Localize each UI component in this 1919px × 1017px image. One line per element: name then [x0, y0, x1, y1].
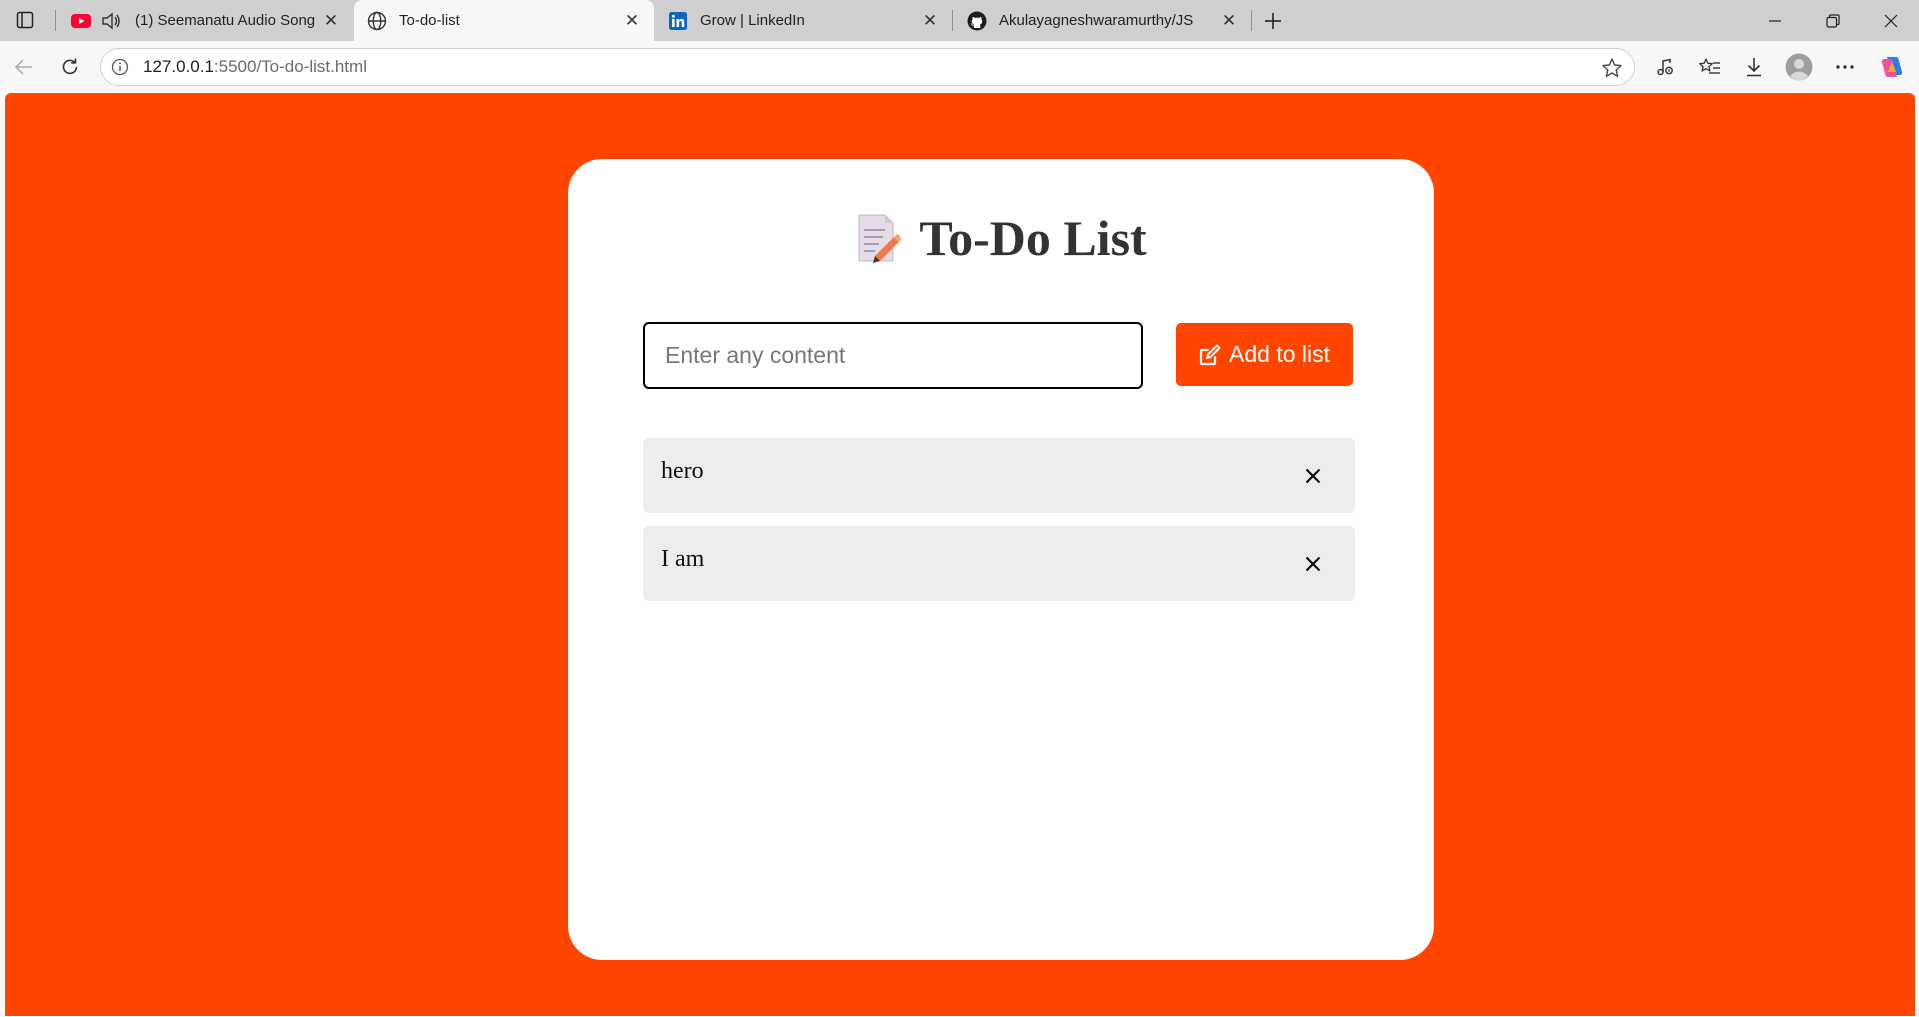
speaker-icon[interactable] [101, 12, 121, 30]
tab-linkedin[interactable]: Grow | LinkedIn ✕ [655, 0, 952, 41]
site-info-icon[interactable] [110, 57, 130, 77]
todo-list: hero I am [643, 438, 1355, 614]
more-options-button[interactable] [1829, 51, 1861, 83]
copilot-button[interactable] [1876, 51, 1908, 83]
back-arrow-icon [14, 59, 32, 75]
refresh-button[interactable] [54, 51, 86, 83]
add-button-label: Add to list [1229, 341, 1330, 367]
tab-title: Grow | LinkedIn [700, 12, 805, 29]
favorites-list-icon [1699, 58, 1720, 74]
tab-to-do-list[interactable]: To-do-list ✕ [354, 0, 654, 41]
refresh-icon [62, 58, 78, 75]
todo-item-text: hero [661, 458, 704, 484]
download-icon [1747, 58, 1761, 77]
new-tab-button[interactable] [1258, 6, 1288, 36]
tab-separator [952, 10, 953, 31]
downloads-button[interactable] [1738, 51, 1770, 83]
title-text: To-Do List [919, 210, 1147, 266]
close-icon [1884, 14, 1898, 27]
close-tab-icon[interactable]: ✕ [916, 7, 944, 35]
tab-actions-icon [16, 11, 34, 29]
favorite-star-icon[interactable] [1600, 56, 1624, 80]
url-text: 127.0.0.1:5500/To-do-list.html [143, 57, 367, 77]
tab-youtube[interactable]: (1) Seemanatu Audio Song | ✕ [58, 0, 353, 41]
restore-button[interactable] [1804, 0, 1862, 41]
tab-separator [1251, 10, 1252, 31]
profile-button[interactable] [1783, 51, 1815, 83]
linkedin-icon [668, 11, 688, 31]
minimize-icon [1769, 19, 1781, 22]
list-item: hero [643, 438, 1355, 513]
close-tab-icon[interactable]: ✕ [1215, 7, 1243, 35]
close-tab-icon[interactable]: ✕ [618, 7, 646, 35]
add-to-list-button[interactable]: Add to list [1176, 323, 1353, 386]
todo-card: To-Do List Add to list hero I am [568, 159, 1434, 960]
close-tab-icon[interactable]: ✕ [317, 7, 345, 35]
remove-item-button[interactable] [1295, 546, 1331, 582]
globe-icon [367, 11, 387, 31]
browser-toolbar: 127.0.0.1:5500/To-do-list.html [0, 41, 1919, 92]
copilot-icon [1881, 57, 1903, 77]
memo-icon [855, 212, 902, 264]
tab-separator [55, 10, 56, 31]
tab-github[interactable]: Akulayagneshwaramurthy/JS ✕ [954, 0, 1251, 41]
tab-title: (1) Seemanatu Audio Song | [135, 12, 317, 29]
tab-title: Akulayagneshwaramurthy/JS [999, 12, 1194, 29]
ellipsis-icon [1836, 65, 1854, 69]
url-path: :5500/To-do-list.html [213, 57, 367, 76]
plus-icon [1265, 13, 1281, 29]
youtube-icon [71, 11, 91, 31]
tab-title: To-do-list [399, 12, 460, 29]
page-title: To-Do List [568, 209, 1434, 267]
tab-actions-button[interactable] [8, 6, 42, 34]
address-bar[interactable]: 127.0.0.1:5500/To-do-list.html [100, 48, 1635, 86]
restore-icon [1826, 13, 1840, 28]
media-control-button[interactable] [1649, 51, 1681, 83]
github-icon [967, 11, 987, 31]
close-icon [1305, 556, 1321, 572]
tab-strip: (1) Seemanatu Audio Song | ✕ To-do-list … [0, 0, 1919, 41]
close-window-button[interactable] [1862, 0, 1919, 41]
music-note-icon [1657, 58, 1673, 76]
todo-input[interactable] [643, 322, 1143, 389]
page-viewport: To-Do List Add to list hero I am [5, 93, 1915, 1016]
todo-item-text: I am [661, 546, 705, 572]
edit-icon [1199, 344, 1221, 365]
url-host: 127.0.0.1 [143, 57, 214, 76]
favorites-button[interactable] [1694, 51, 1726, 83]
close-icon [1305, 468, 1321, 484]
avatar-icon [1785, 53, 1813, 81]
list-item: I am [643, 526, 1355, 601]
remove-item-button[interactable] [1295, 458, 1331, 494]
back-button[interactable] [8, 51, 40, 83]
minimize-button[interactable] [1746, 0, 1804, 41]
